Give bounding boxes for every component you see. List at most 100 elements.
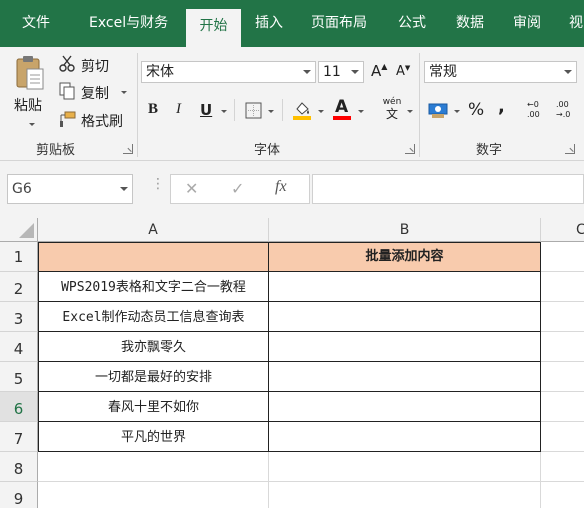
tab-data[interactable]: 数据	[456, 0, 484, 47]
formula-buttons-area: ✕ ✓ fx	[170, 174, 310, 204]
tab-formulas[interactable]: 公式	[398, 0, 426, 47]
row-header-2[interactable]: 2	[0, 272, 38, 302]
font-size-value: 11	[323, 64, 341, 80]
paste-label[interactable]: 粘贴	[14, 95, 42, 115]
bold-button[interactable]: B	[148, 101, 158, 118]
borders-icon[interactable]	[245, 102, 262, 119]
scissors-icon[interactable]	[58, 55, 76, 73]
accounting-format-icon[interactable]	[428, 101, 450, 119]
number-launcher-icon[interactable]	[565, 144, 575, 154]
cut-button[interactable]: 剪切	[81, 56, 109, 76]
underline-button[interactable]: U	[200, 101, 212, 119]
clipboard-launcher-icon[interactable]	[123, 144, 133, 154]
grow-font-button[interactable]: A▲	[371, 62, 387, 80]
gridline	[541, 331, 584, 332]
row-header-8[interactable]: 8	[0, 452, 38, 482]
column-header-a[interactable]: A	[38, 218, 269, 242]
font-name-value: 宋体	[146, 64, 174, 80]
grow-font-icon: A	[371, 62, 382, 80]
cancel-icon[interactable]: ✕	[185, 179, 198, 198]
gridline	[268, 451, 269, 508]
column-header-b[interactable]: B	[269, 218, 541, 242]
cell-b6[interactable]	[268, 391, 541, 422]
font-color-button[interactable]: A	[332, 97, 352, 121]
cell-a7[interactable]: 平凡的世界	[38, 421, 269, 452]
phonetic-guide-button[interactable]: wén 文	[381, 97, 403, 123]
shrink-font-button[interactable]: A▼	[396, 64, 410, 79]
cell-b3[interactable]	[268, 301, 541, 332]
number-group-label: 数字	[476, 143, 503, 158]
format-painter-icon[interactable]	[58, 110, 76, 128]
caret-down-icon: ▼	[404, 64, 411, 72]
tab-review[interactable]: 审阅	[513, 0, 541, 47]
formula-input[interactable]	[312, 174, 584, 204]
phonetic-top-text: wén	[382, 97, 402, 107]
fill-color-dropdown-icon[interactable]	[318, 110, 324, 113]
phonetic-bottom-text: 文	[385, 107, 398, 121]
cell-b7[interactable]	[268, 421, 541, 452]
cell-b2[interactable]	[268, 271, 541, 302]
row-header-3[interactable]: 3	[0, 302, 38, 332]
fill-color-icon[interactable]	[292, 99, 312, 121]
group-separator	[419, 53, 420, 157]
ribbon: 粘贴 剪切 复制 格式刷 剪贴板 宋体 11 A▲ A▼ B I U A wén…	[0, 47, 584, 161]
name-box[interactable]: G6	[7, 174, 133, 204]
tab-view[interactable]: 视	[569, 0, 583, 47]
column-header-c[interactable]: C	[541, 218, 584, 242]
tab-page-layout[interactable]: 页面布局	[311, 0, 367, 47]
gridline	[541, 271, 584, 272]
cell-b5[interactable]	[268, 361, 541, 392]
cell-a4[interactable]: 我亦飘零久	[38, 331, 269, 362]
format-painter-button[interactable]: 格式刷	[81, 111, 123, 131]
chevron-down-icon	[303, 70, 311, 74]
row-header-6[interactable]: 6	[0, 392, 38, 422]
tab-insert[interactable]: 插入	[255, 0, 283, 47]
underline-dropdown-icon[interactable]	[221, 110, 227, 113]
cell-a6[interactable]: 春风十里不如你	[38, 391, 269, 422]
row-header-4[interactable]: 4	[0, 332, 38, 362]
select-all-corner[interactable]	[0, 218, 38, 242]
copy-dropdown-icon[interactable]	[121, 91, 127, 94]
accounting-dropdown-icon[interactable]	[454, 110, 460, 113]
italic-button[interactable]: I	[176, 101, 181, 118]
row-header-7[interactable]: 7	[0, 422, 38, 452]
insert-function-icon[interactable]: fx	[275, 178, 287, 196]
gridline	[541, 391, 584, 392]
borders-dropdown-icon[interactable]	[268, 110, 274, 113]
increase-decimal-button[interactable]: ←0 .00	[527, 100, 549, 122]
decrease-decimal-button[interactable]: .00 →.0	[556, 100, 580, 122]
number-format-value: 常规	[429, 64, 457, 80]
increase-decimal-top: ←0	[527, 100, 539, 109]
enter-icon[interactable]: ✓	[231, 179, 244, 198]
percent-style-button[interactable]: %	[468, 100, 484, 120]
tab-file[interactable]: 文件	[22, 0, 50, 47]
tab-home[interactable]: 开始	[186, 9, 241, 47]
comma-style-button[interactable]: ,	[498, 96, 505, 117]
font-color-swatch	[333, 116, 351, 120]
row-header-1[interactable]: 1	[0, 242, 38, 272]
row-header-9[interactable]: 9	[0, 482, 38, 508]
phonetic-dropdown-icon[interactable]	[407, 110, 413, 113]
decrease-decimal-top: .00	[556, 100, 569, 109]
tab-excel-finance[interactable]: Excel与财务	[89, 0, 168, 47]
cell-a2[interactable]: WPS2019表格和文字二合一教程	[38, 271, 269, 302]
number-format-select[interactable]: 常规	[424, 61, 577, 83]
gridline	[541, 361, 584, 362]
paste-button[interactable]	[12, 55, 48, 95]
cell-a1[interactable]	[38, 242, 269, 272]
row-header-5[interactable]: 5	[0, 362, 38, 392]
font-launcher-icon[interactable]	[405, 144, 415, 154]
caret-up-icon: ▲	[381, 62, 388, 71]
font-color-dropdown-icon[interactable]	[358, 110, 364, 113]
formula-bar-grip-icon[interactable]: ⋮	[151, 177, 165, 191]
cell-a3[interactable]: Excel制作动态员工信息查询表	[38, 301, 269, 332]
font-name-select[interactable]: 宋体	[141, 61, 316, 83]
font-size-select[interactable]: 11	[318, 61, 364, 83]
formula-bar: G6 ⋮ ✕ ✓ fx	[0, 161, 584, 218]
cell-b4[interactable]	[268, 331, 541, 362]
paste-dropdown-icon[interactable]	[29, 123, 35, 126]
cell-b1[interactable]: 批量添加内容	[268, 242, 541, 272]
cell-a5[interactable]: 一切都是最好的安排	[38, 361, 269, 392]
copy-icon[interactable]	[58, 82, 76, 100]
copy-button[interactable]: 复制	[81, 83, 109, 103]
